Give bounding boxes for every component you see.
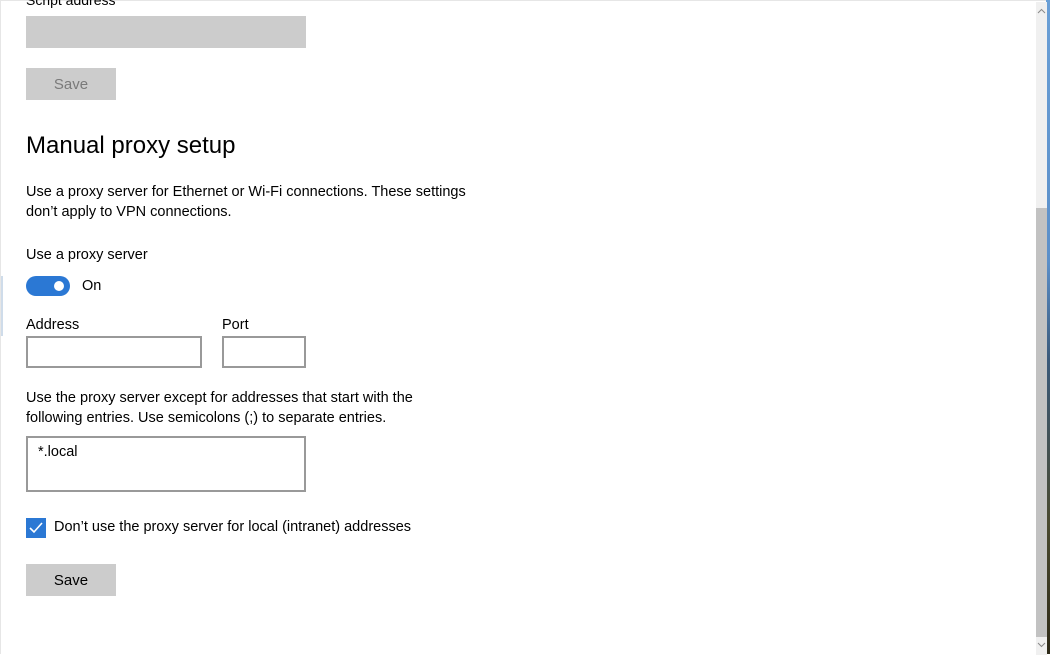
address-label: Address [26, 317, 80, 333]
exceptions-description: Use the proxy server except for addresse… [26, 390, 413, 426]
script-save-button: Save [26, 68, 116, 100]
address-input[interactable] [26, 336, 202, 368]
bypass-local-label[interactable]: Don’t use the proxy server for local (in… [54, 519, 411, 535]
section-title: Manual proxy setup [26, 132, 236, 159]
settings-window: Script address Save Manual proxy setup U… [0, 0, 1047, 655]
toggle-state-label: On [82, 278, 102, 294]
script-address-input [26, 16, 306, 48]
chevron-down-icon [1037, 642, 1046, 648]
toggle-knob [54, 281, 64, 291]
vertical-scrollbar[interactable] [1036, 2, 1047, 655]
scroll-thumb[interactable] [1036, 208, 1047, 637]
script-address-label: Script address [26, 0, 116, 8]
port-input[interactable] [222, 336, 306, 368]
section-description: Use a proxy server for Ethernet or Wi-Fi… [26, 184, 466, 220]
port-label: Port [222, 317, 249, 333]
use-proxy-toggle[interactable] [26, 276, 70, 296]
checkmark-icon [29, 522, 43, 534]
nav-indicator [1, 276, 3, 336]
exceptions-input[interactable]: *.local [26, 436, 306, 492]
chevron-up-icon [1037, 8, 1046, 14]
use-proxy-label: Use a proxy server [26, 247, 148, 263]
scroll-down-button[interactable] [1036, 638, 1047, 652]
scroll-up-button[interactable] [1036, 4, 1047, 18]
bypass-local-checkbox[interactable] [26, 518, 46, 538]
proxy-save-button[interactable]: Save [26, 564, 116, 596]
